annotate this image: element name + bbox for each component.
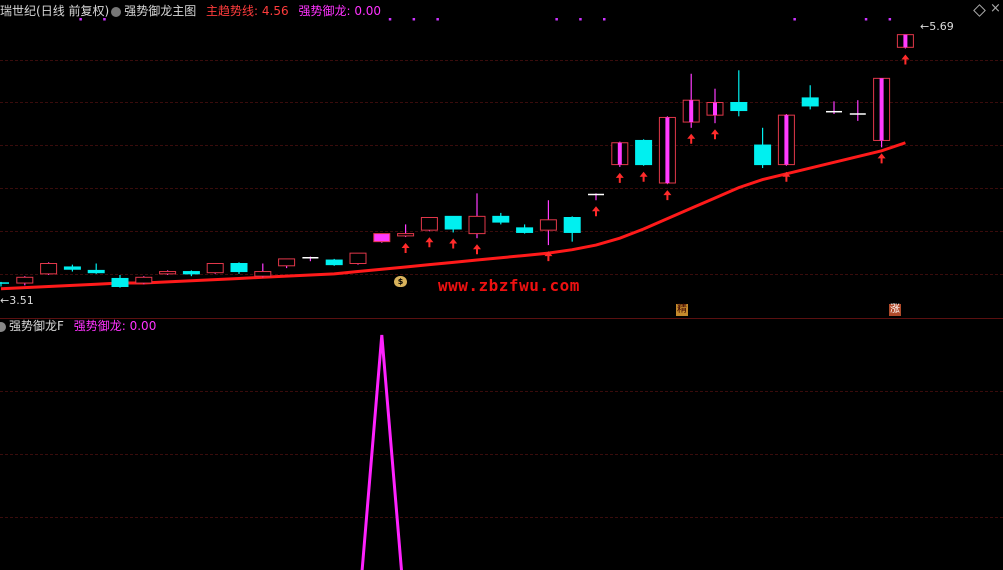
candle-body — [397, 233, 415, 237]
signal-dot — [793, 18, 796, 21]
candle-body-inner — [784, 115, 789, 165]
candle-body — [539, 219, 557, 231]
candle-body-inner — [617, 142, 622, 165]
candle-body — [325, 259, 343, 266]
candle-body — [468, 215, 486, 235]
high-price-value: 5.69 — [929, 20, 954, 33]
signal-dot — [603, 18, 606, 21]
signal-dot — [412, 18, 416, 21]
candle-body — [230, 263, 248, 273]
candle-body-inner — [903, 34, 908, 48]
dragon-line-value: 0.00 — [354, 4, 382, 18]
candle-body — [40, 263, 58, 275]
buy-arrow-icon — [663, 190, 672, 201]
signal-dot — [555, 18, 558, 21]
candle-body — [420, 217, 438, 231]
candle-body — [754, 144, 772, 166]
candle-body — [278, 258, 296, 267]
high-price-label: ←5.69 — [920, 20, 954, 33]
indicator-toggle-icon[interactable] — [111, 6, 122, 17]
candle-body — [135, 276, 153, 284]
indicator-name[interactable]: 强势御龙F — [9, 319, 64, 333]
candle-body — [254, 271, 272, 277]
oscillator-line — [360, 334, 403, 570]
indicator-line-label: 强势御龙: — [73, 319, 126, 333]
candle-body — [63, 266, 81, 270]
chart-header: 瑞世纪(日线 前复权) 强势御龙主图 主趋势线: 4.56 强势御龙: 0.00 — [0, 1, 381, 21]
buy-arrow-icon — [901, 54, 910, 65]
close-icon[interactable]: × — [990, 1, 1001, 17]
candle-body — [730, 102, 748, 112]
candle-body — [492, 215, 510, 223]
candle-body — [516, 227, 534, 233]
trend-line-label: 主趋势线: — [206, 4, 259, 18]
low-price-value: 3.51 — [9, 294, 34, 307]
candle-body-inner — [713, 102, 717, 116]
main-chart-panel[interactable]: 瑞世纪(日线 前复权) 强势御龙主图 主趋势线: 4.56 强势御龙: 0.00 … — [0, 0, 1003, 318]
buy-arrow-icon — [711, 129, 719, 140]
candle-body — [563, 217, 581, 233]
candle-body — [349, 252, 367, 264]
candle-body — [635, 139, 653, 166]
candle-body — [159, 271, 177, 275]
money-bag-icon: $ — [394, 276, 407, 287]
buy-arrow-icon — [687, 133, 696, 144]
candle-body-inner — [879, 78, 884, 141]
candle-body — [87, 269, 105, 274]
indicator-header: 强势御龙F 强势御龙: 0.00 — [0, 316, 156, 336]
buy-arrow-icon — [877, 153, 886, 164]
candle-body — [206, 263, 224, 274]
indicator-panel[interactable]: 强势御龙F 强势御龙: 0.00 — [0, 319, 1003, 570]
candle-body — [16, 276, 34, 284]
low-price-label: ←3.51 — [0, 294, 34, 307]
candle-body-inner — [665, 117, 670, 183]
candle-body — [182, 271, 200, 275]
signal-dot — [888, 18, 892, 21]
buy-arrow-icon — [401, 243, 410, 254]
buy-arrow-icon — [473, 244, 481, 255]
tag-jing: 精 — [676, 304, 688, 316]
signal-dot — [579, 18, 582, 21]
buy-arrow-icon — [449, 238, 458, 249]
tag-zhang: 涨 — [889, 304, 901, 316]
money-bag-glyph: $ — [397, 277, 404, 286]
indicator-toggle-icon[interactable] — [0, 321, 6, 332]
signal-dot — [864, 18, 868, 21]
watermark-text: www.zbzfwu.com — [438, 276, 580, 295]
signal-dot — [436, 18, 439, 21]
dragon-line-label: 强势御龙: — [298, 4, 351, 18]
period-label[interactable]: (日线 前复权) — [36, 4, 109, 18]
candle-body — [111, 277, 129, 288]
indicator-line-value: 0.00 — [129, 319, 157, 333]
buy-arrow-icon — [425, 237, 434, 248]
candle-body — [373, 233, 391, 243]
candle-body — [801, 97, 819, 107]
buy-arrow-icon — [639, 171, 648, 182]
buy-arrow-icon — [592, 206, 600, 217]
indicator-name[interactable]: 强势御龙主图 — [124, 4, 196, 18]
trend-line-value: 4.56 — [261, 4, 289, 18]
candle-body — [444, 215, 462, 230]
signal-dot — [388, 18, 392, 21]
candle-body-inner — [689, 100, 694, 123]
buy-arrow-icon — [615, 172, 624, 183]
oscillator-chart[interactable] — [0, 319, 1003, 570]
candlestick-chart[interactable] — [0, 0, 1003, 318]
stock-name: 瑞世纪 — [0, 4, 37, 18]
